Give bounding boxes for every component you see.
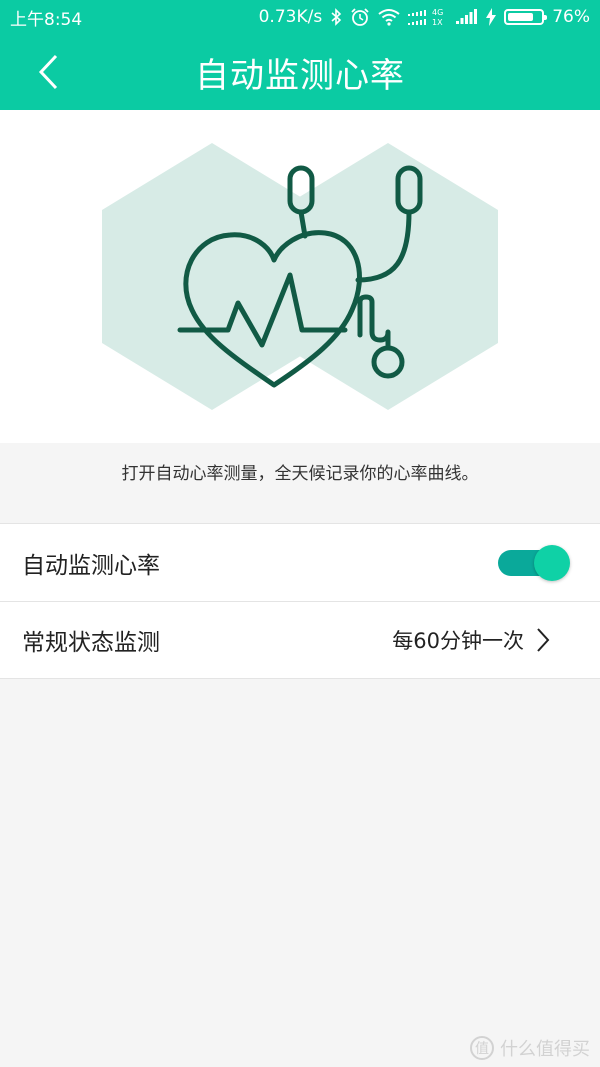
auto-monitor-row[interactable]: 自动监测心率 xyxy=(0,524,600,601)
description-text: 打开自动心率测量，全天候记录你的心率曲线。 xyxy=(121,464,479,484)
chevron-left-icon xyxy=(38,54,58,90)
routine-monitor-row[interactable]: 常规状态监测 每60分钟一次 xyxy=(0,601,600,678)
battery-level xyxy=(508,13,533,21)
battery-percent: 76% xyxy=(552,7,590,27)
settings-list: 自动监测心率 常规状态监测 每60分钟一次 xyxy=(0,523,600,679)
routine-monitor-value: 每60分钟一次 xyxy=(392,629,524,653)
signal-4g-icon: 4G 1X xyxy=(408,7,448,27)
watermark-text: 什么值得买 xyxy=(500,1039,590,1060)
auto-monitor-label: 自动监测心率 xyxy=(22,552,160,579)
watermark: 值 什么值得买 xyxy=(470,1035,590,1061)
app-bar: 自动监测心率 xyxy=(0,34,600,110)
auto-monitor-toggle[interactable] xyxy=(498,544,570,581)
heart-stethoscope-icon xyxy=(102,143,498,410)
bluetooth-icon xyxy=(330,8,342,26)
status-time: 上午8:54 xyxy=(10,9,83,30)
charging-icon xyxy=(486,8,497,26)
status-icons: 0.73K/s 4G 1X 76% xyxy=(259,7,590,27)
page-title: 自动监测心率 xyxy=(195,55,405,96)
chevron-right-icon xyxy=(537,628,550,652)
svg-text:1X: 1X xyxy=(432,18,443,27)
watermark-logo-icon: 值 xyxy=(470,1036,494,1060)
wifi-icon xyxy=(378,8,400,26)
network-speed: 0.73K/s xyxy=(258,7,323,27)
routine-monitor-label: 常规状态监测 xyxy=(22,630,160,656)
back-button[interactable] xyxy=(28,52,68,92)
status-bar: 上午8:54 0.73K/s 4G 1X 76% xyxy=(0,0,600,34)
alarm-icon xyxy=(350,7,370,27)
hero-illustration xyxy=(0,110,600,443)
toggle-knob xyxy=(534,544,570,581)
svg-text:4G: 4G xyxy=(432,8,443,17)
battery-icon xyxy=(504,9,548,25)
signal-icon xyxy=(456,9,478,25)
